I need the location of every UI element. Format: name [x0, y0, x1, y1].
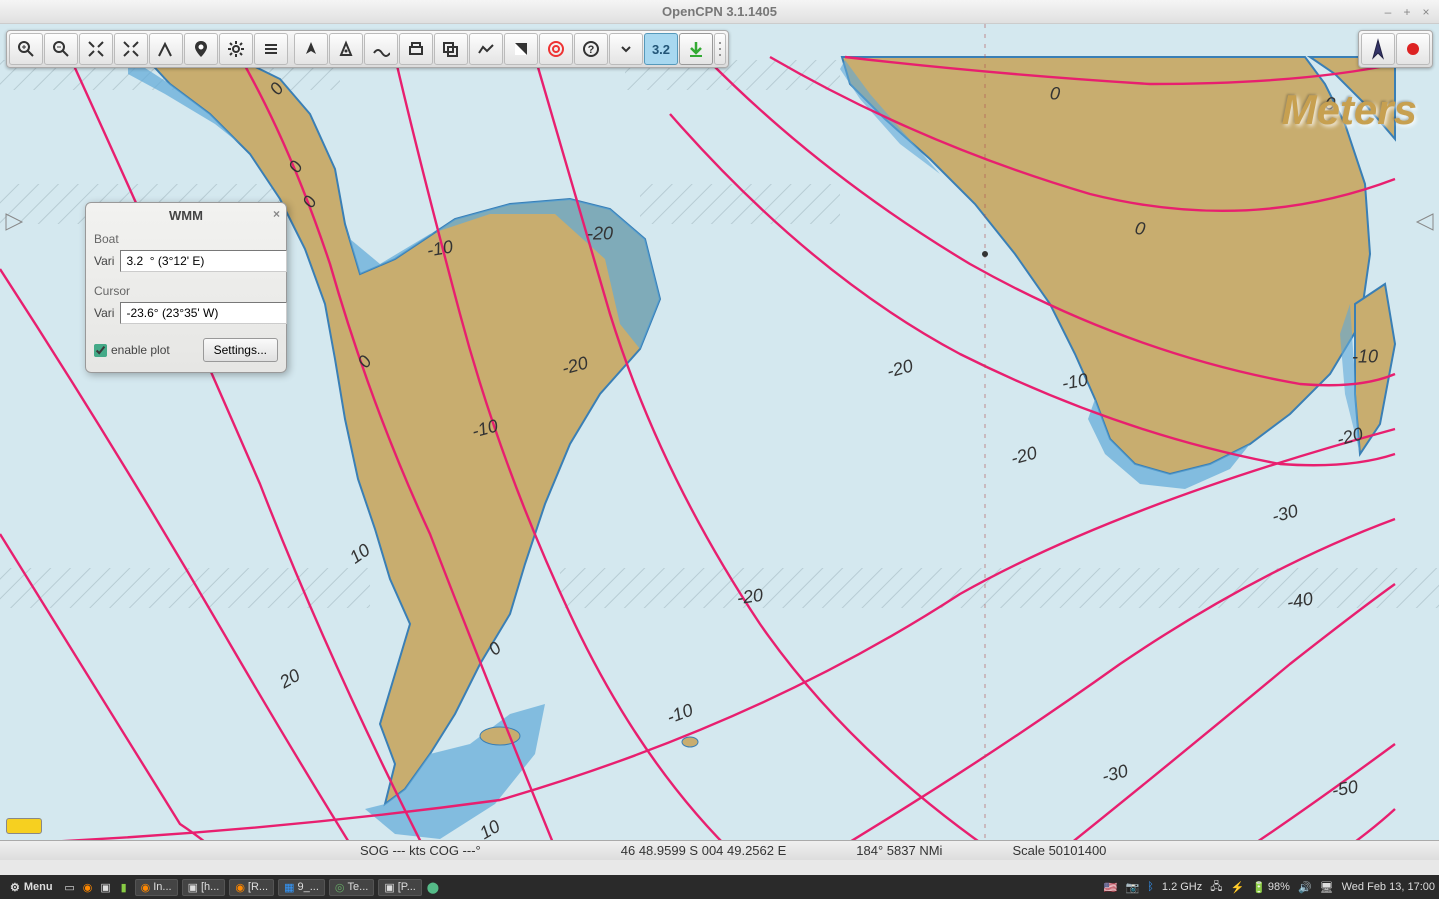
taskbar-menu-label: Menu [24, 881, 53, 893]
window-titlebar: OpenCPN 3.1.1405 – + × [0, 0, 1439, 24]
contour-label: -10 [425, 236, 454, 261]
mob-button[interactable] [539, 33, 573, 65]
scale-out-button[interactable] [114, 33, 148, 65]
ais-button[interactable] [329, 33, 363, 65]
taskbar-task-4[interactable]: ◎Te... [329, 879, 374, 896]
wmm-dialog[interactable]: WMM × Boat Vari Cursor Vari enable plot … [85, 202, 287, 373]
contour-label: -50 [1330, 776, 1359, 801]
scale-in-button[interactable] [79, 33, 113, 65]
wmm-cursor-vari-label: Vari [94, 306, 114, 320]
contour-label: -10 [1060, 369, 1089, 394]
close-button[interactable]: × [1418, 4, 1434, 20]
compass-toolbar [1358, 30, 1433, 68]
text-display-button[interactable] [254, 33, 288, 65]
wmm-cursor-vari-field [120, 302, 287, 324]
wmm-enable-plot-label: enable plot [111, 343, 170, 357]
depth-units-label: Meters [1282, 86, 1417, 134]
main-toolbar: ? 3.2 [6, 30, 729, 68]
desktop-taskbar: ⚙ Menu ▭ ◉ ▣ ▮ ◉In... ▣[h... ◉[R... ▦9_.… [0, 875, 1439, 899]
status-range: 184° 5837 NMi [856, 843, 942, 858]
contour-label: -20 [587, 224, 613, 245]
wmm-boat-vari-label: Vari [94, 254, 114, 268]
wmm-plugin-button[interactable]: 3.2 [644, 33, 678, 65]
status-sog-cog: SOG --- kts COG ---° [360, 843, 481, 858]
contour-label: -10 [1352, 347, 1378, 368]
system-tray: 🇺🇸 📷 ᛒ 1.2 GHz 🖧 ⚡ 🔋98% 🔊 🖥 Wed Feb 13, … [1104, 878, 1435, 897]
tray-cpu[interactable]: 1.2 GHz [1162, 881, 1202, 893]
wmm-dialog-close-icon[interactable]: × [273, 207, 280, 221]
wmm-boat-heading: Boat [94, 230, 278, 248]
terminal-icon[interactable]: ▣ [99, 880, 113, 894]
tray-network-icon[interactable]: 🖧 [1210, 878, 1222, 897]
print-button[interactable] [399, 33, 433, 65]
minimize-button[interactable]: – [1380, 4, 1396, 20]
route-manager-button[interactable] [434, 33, 468, 65]
wmm-cursor-section: Cursor Vari [86, 280, 286, 332]
tray-camera-icon[interactable]: 📷 [1126, 881, 1140, 894]
show-desktop-icon[interactable]: ▭ [63, 880, 77, 894]
tray-datetime[interactable]: Wed Feb 13, 17:00 [1342, 881, 1435, 893]
contour-label: 0 [1049, 83, 1061, 105]
follow-button[interactable] [294, 33, 328, 65]
gps-indicator-icon [6, 818, 42, 834]
zoom-in-button[interactable] [9, 33, 43, 65]
contour-label: -40 [1285, 588, 1314, 613]
route-create-button[interactable] [149, 33, 183, 65]
maximize-button[interactable]: + [1399, 4, 1415, 20]
status-scale: Scale 50101400 [1012, 843, 1106, 858]
taskbar-menu-button[interactable]: ⚙ Menu [4, 879, 59, 896]
zoom-out-button[interactable] [44, 33, 78, 65]
wmm-boat-vari-field [120, 250, 287, 272]
wmm-cursor-heading: Cursor [94, 282, 278, 300]
compass-north-up-button[interactable] [1361, 33, 1395, 65]
chart-canvas[interactable]: 000-10-200-20-1010020-1010000-20-10-10-2… [0, 24, 1439, 860]
firefox-icon[interactable]: ◉ [81, 880, 95, 894]
svg-text:?: ? [588, 44, 595, 56]
wmm-boat-section: Boat Vari [86, 228, 286, 280]
grib-plugin-button[interactable] [679, 33, 713, 65]
tray-flag-icon[interactable]: 🇺🇸 [1104, 881, 1118, 894]
toolbar-grabber[interactable] [714, 33, 726, 65]
wmm-enable-plot-checkbox[interactable]: enable plot [94, 343, 170, 357]
status-position: 46 48.9599 S 004 49.2562 E [621, 843, 787, 858]
toolbar-expand-button[interactable] [609, 33, 643, 65]
track-button[interactable] [469, 33, 503, 65]
tray-power-icon[interactable]: ⚡ [1231, 881, 1245, 894]
gear-icon: ⚙ [10, 881, 20, 894]
wmm-dialog-title-text: WMM [169, 208, 203, 223]
window-title: OpenCPN 3.1.1405 [662, 4, 777, 19]
taskbar-task-3[interactable]: ▦9_... [278, 879, 325, 896]
tray-battery[interactable]: 🔋98% [1252, 881, 1290, 894]
status-bar: SOG --- kts COG ---° 46 48.9599 S 004 49… [0, 840, 1439, 860]
taskbar-app-icon[interactable]: ⬤ [426, 880, 440, 894]
color-scheme-button[interactable] [504, 33, 538, 65]
contour-label: -20 [736, 585, 765, 609]
settings-button[interactable] [219, 33, 253, 65]
wmm-enable-plot-input[interactable] [94, 344, 107, 357]
taskbar-task-0[interactable]: ◉In... [135, 879, 178, 896]
window-controls: – + × [1380, 4, 1434, 20]
wmm-settings-button[interactable]: Settings... [203, 338, 278, 362]
gps-status-button[interactable] [1396, 33, 1430, 65]
taskbar-task-2[interactable]: ◉[R... [229, 879, 274, 896]
wmm-dialog-title: WMM × [86, 203, 286, 228]
map-svg [0, 24, 1439, 860]
taskbar-task-1[interactable]: ▣[h... [182, 879, 226, 896]
filemanager-icon[interactable]: ▮ [117, 880, 131, 894]
tray-bluetooth-icon[interactable]: ᛒ [1147, 881, 1154, 893]
tide-button[interactable] [364, 33, 398, 65]
tray-volume-icon[interactable]: 🔊 [1298, 881, 1312, 894]
drop-waypoint-button[interactable] [184, 33, 218, 65]
help-button[interactable]: ? [574, 33, 608, 65]
taskbar-task-5[interactable]: ▣[P... [378, 879, 422, 896]
tray-monitor-icon[interactable]: 🖥 [1320, 881, 1334, 894]
